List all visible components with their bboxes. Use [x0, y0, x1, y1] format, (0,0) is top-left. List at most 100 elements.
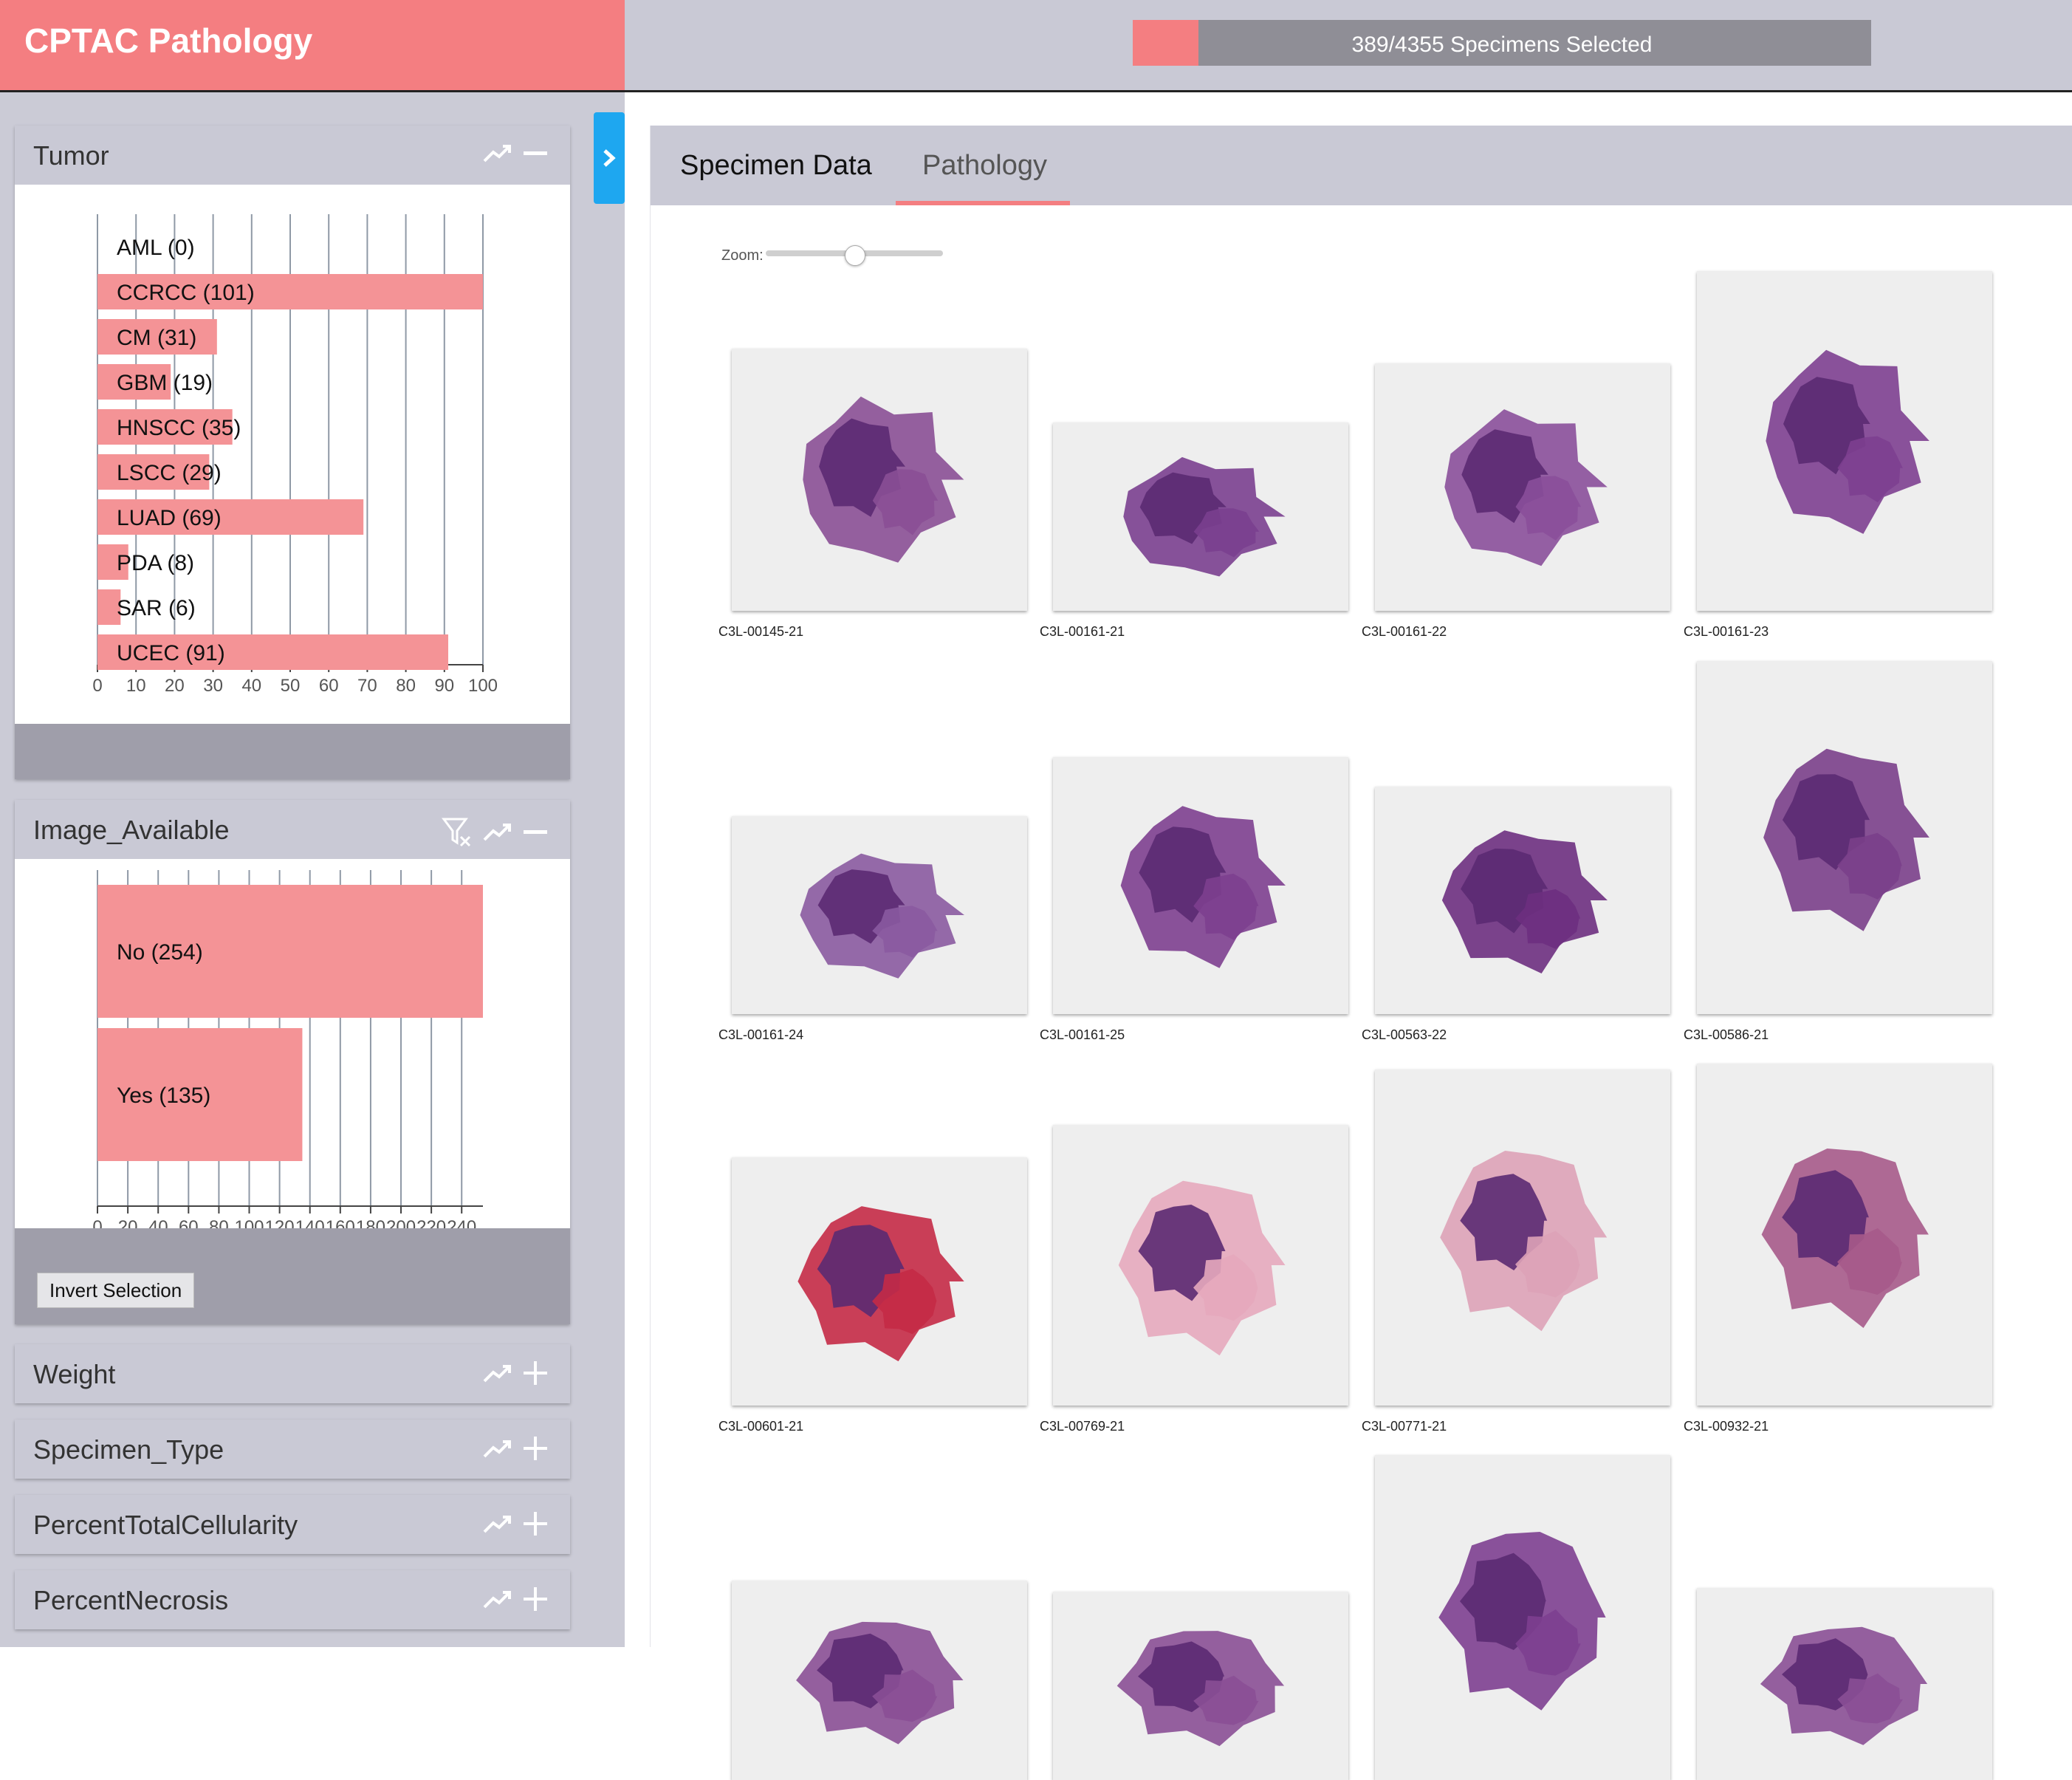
- tick-label: 20: [118, 1217, 138, 1228]
- specimen-id-label: C3L-00161-25: [1040, 1027, 1125, 1042]
- tissue-image: [1123, 456, 1286, 577]
- tick-label: 70: [357, 676, 377, 696]
- trend-icon[interactable]: [483, 1437, 512, 1459]
- specimen-thumbnail[interactable]: [732, 349, 1027, 611]
- bar-label: CCRCC (101): [117, 281, 255, 305]
- brand-block: CPTAC Pathology: [0, 0, 625, 90]
- collapse-minus-icon[interactable]: [523, 142, 548, 164]
- specimen-thumbnail[interactable]: [1375, 787, 1670, 1014]
- tissue-image: [796, 1621, 964, 1745]
- trend-icon[interactable]: [483, 1362, 512, 1384]
- specimen-id-label: C3L-00145-21: [718, 624, 804, 639]
- specimen-id-label: C3L-00769-21: [1040, 1419, 1125, 1434]
- tissue-image: [800, 853, 964, 979]
- bar-label: PDA (8): [117, 551, 194, 575]
- tick-label: 40: [148, 1217, 168, 1228]
- bar-label: LUAD (69): [117, 506, 222, 530]
- tick-label: 180: [356, 1217, 385, 1228]
- expand-plus-icon[interactable]: [523, 1511, 548, 1536]
- clear-filter-icon[interactable]: [442, 816, 473, 847]
- trend-icon[interactable]: [483, 142, 512, 164]
- filter-sidebar: Tumor 0 10 20 30 40 50 60 70 80 90 100 AML (0) CCRCC…: [0, 92, 625, 1647]
- tissue-image: [1444, 409, 1608, 566]
- invert-selection-button[interactable]: Invert Selection: [37, 1273, 195, 1308]
- tick-label: 240: [447, 1217, 476, 1228]
- panel-percent-total-cellularity[interactable]: PercentTotalCellularity: [15, 1495, 570, 1554]
- bar-label: GBM (19): [117, 371, 213, 395]
- specimen-thumbnail[interactable]: [1053, 422, 1348, 611]
- bar-label: Yes (135): [117, 1084, 210, 1108]
- tissue-image: [1120, 806, 1286, 968]
- specimen-id-label: C3L-00771-21: [1362, 1419, 1447, 1434]
- specimen-thumbnail[interactable]: [1375, 1069, 1670, 1406]
- specimen-thumbnail[interactable]: [1053, 757, 1348, 1014]
- bar-label: UCEC (91): [117, 641, 225, 665]
- expand-plus-icon[interactable]: [523, 1436, 548, 1461]
- tick-label: 80: [396, 676, 416, 696]
- panel-title: PercentNecrosis: [33, 1585, 229, 1615]
- specimen-thumbnail[interactable]: [1697, 1588, 1992, 1780]
- chevron-right-icon: [603, 149, 616, 167]
- tab-specimen-data[interactable]: Specimen Data: [651, 126, 894, 205]
- specimen-thumbnail[interactable]: [1053, 1125, 1348, 1406]
- specimen-id-label: C3L-00563-22: [1362, 1027, 1447, 1042]
- specimen-id-label: C3L-00161-24: [718, 1027, 804, 1042]
- tissue-image: [1438, 1532, 1606, 1711]
- tick-label: 140: [295, 1217, 325, 1228]
- tick-label: 100: [468, 676, 498, 696]
- tissue-image: [1760, 1626, 1928, 1745]
- tissue-image: [803, 396, 964, 563]
- tick-label: 80: [209, 1217, 229, 1228]
- trend-icon[interactable]: [483, 1588, 512, 1610]
- panel-header-tumor: Tumor: [15, 126, 570, 185]
- tick-label: 120: [265, 1217, 295, 1228]
- trend-icon[interactable]: [483, 821, 512, 843]
- tick-label: 50: [281, 676, 301, 696]
- bar-label: CM (31): [117, 326, 196, 350]
- panel-specimen-type[interactable]: Specimen_Type: [15, 1420, 570, 1479]
- specimen-thumbnail[interactable]: [732, 816, 1027, 1014]
- bar-label: HNSCC (35): [117, 416, 241, 440]
- bar-label: AML (0): [117, 236, 195, 260]
- panel-tumor: Tumor 0 10 20 30 40 50 60 70 80 90 100 AML (0) CCRCC…: [15, 126, 570, 779]
- specimen-id-label: C3L-00161-22: [1362, 624, 1447, 639]
- zoom-label: Zoom:: [721, 247, 764, 264]
- specimen-thumbnail[interactable]: [1375, 1455, 1670, 1780]
- tick-label: 160: [326, 1217, 355, 1228]
- tick-label: 0: [92, 1217, 102, 1228]
- specimen-thumbnail[interactable]: [1697, 661, 1992, 1014]
- bar-label: SAR (6): [117, 596, 196, 620]
- specimen-thumbnail[interactable]: [1697, 271, 1992, 611]
- trend-icon[interactable]: [483, 1513, 512, 1535]
- tick-label: 40: [241, 676, 261, 696]
- panel-weight[interactable]: Weight: [15, 1344, 570, 1403]
- specimen-id-label: C3L-00161-21: [1040, 624, 1125, 639]
- panel-percent-necrosis[interactable]: PercentNecrosis: [15, 1570, 570, 1629]
- specimen-thumbnail[interactable]: [732, 1157, 1027, 1406]
- tab-pathology[interactable]: Pathology: [896, 126, 1070, 205]
- specimen-thumbnail[interactable]: [1697, 1064, 1992, 1406]
- main-content: Specimen Data Pathology Zoom: C3L-00145-…: [650, 126, 2072, 1780]
- specimen-thumbnail[interactable]: [732, 1581, 1027, 1780]
- expand-plus-icon[interactable]: [523, 1360, 548, 1386]
- tick-label: 90: [434, 676, 454, 696]
- specimen-thumbnail[interactable]: [1375, 363, 1670, 611]
- specimen-id-label: C3L-00161-23: [1684, 624, 1769, 639]
- specimen-thumbnail[interactable]: [1053, 1592, 1348, 1780]
- tissue-image: [797, 1206, 964, 1362]
- panel-title: Tumor: [33, 140, 109, 171]
- image-available-bar-chart[interactable]: 0 20 40 60 80 100 120 140 160 180 200 220 240 No (254…: [15, 859, 570, 1228]
- tick-label: 200: [386, 1217, 416, 1228]
- panel-title: Image_Available: [33, 815, 230, 845]
- tick-label: 60: [179, 1217, 199, 1228]
- tick-label: 220: [416, 1217, 446, 1228]
- collapse-minus-icon[interactable]: [523, 821, 548, 843]
- panel-title: PercentTotalCellularity: [33, 1510, 298, 1540]
- expand-plus-icon[interactable]: [523, 1586, 548, 1612]
- panel-footer: [15, 724, 570, 779]
- tumor-bar-chart[interactable]: 0 10 20 30 40 50 60 70 80 90 100 AML (0) CCRCC (101)…: [15, 185, 570, 724]
- tab-bar: Specimen Data Pathology: [651, 126, 2072, 205]
- zoom-slider-handle[interactable]: [845, 245, 865, 266]
- app-header: CPTAC Pathology 389/4355 Specimens Selec…: [0, 0, 2072, 92]
- sidebar-toggle-button[interactable]: [594, 112, 625, 204]
